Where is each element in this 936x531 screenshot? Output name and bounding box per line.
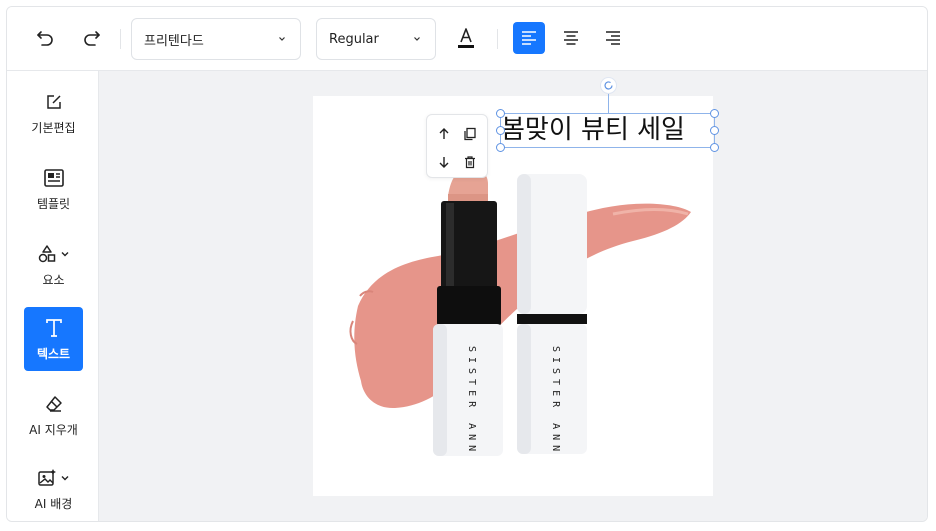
bring-forward-button[interactable] <box>433 123 455 145</box>
align-right-icon <box>606 31 620 45</box>
top-toolbar: 프리텐다드 Regular <box>7 7 927 71</box>
sidebar-item-ai-background[interactable]: AI 배경 <box>24 457 83 521</box>
text-icon <box>45 318 62 337</box>
eraser-icon <box>45 395 62 412</box>
toolbar-divider <box>497 29 498 49</box>
sidebar-item-label: AI 배경 <box>34 496 73 511</box>
align-left-icon <box>522 31 536 45</box>
design-canvas[interactable]: SISTER ANN SISTER ANN 봄맞이 뷰티 세일 <box>313 77 719 496</box>
trash-icon <box>465 156 475 169</box>
sidebar-item-ai-eraser[interactable]: AI 지우개 <box>24 383 83 447</box>
left-sidebar: 기본편집 템플릿 요소 텍스트 AI 지우개 AI 배경 <box>7 71 99 521</box>
resize-handle-bottom-right[interactable] <box>710 143 719 152</box>
selected-text-box[interactable]: 봄맞이 뷰티 세일 <box>496 77 719 152</box>
shapes-icon <box>38 244 56 262</box>
align-right-button[interactable] <box>597 22 629 54</box>
duplicate-button[interactable] <box>459 123 481 145</box>
sidebar-item-templates[interactable]: 템플릿 <box>24 157 83 221</box>
font-weight-select[interactable]: Regular <box>316 18 436 60</box>
resize-handle-right[interactable] <box>710 126 719 135</box>
chevron-down-icon <box>414 37 420 41</box>
copy-icon <box>464 127 476 141</box>
resize-handle-top-left[interactable] <box>496 109 505 118</box>
rotate-connector <box>608 92 609 114</box>
resize-handle-top-right[interactable] <box>710 109 719 118</box>
workspace: SISTER ANN SISTER ANN 봄맞이 뷰티 세일 <box>99 71 927 521</box>
font-family-value: 프리텐다드 <box>144 33 204 49</box>
ai-image-icon <box>38 468 56 486</box>
layer-actions-menu <box>426 114 488 178</box>
undo-icon[interactable] <box>32 25 58 51</box>
resize-handle-left[interactable] <box>496 126 505 135</box>
font-family-select[interactable]: 프리텐다드 <box>131 18 301 60</box>
send-backward-button[interactable] <box>433 151 455 173</box>
sidebar-item-basic-edit[interactable]: 기본편집 <box>24 81 83 145</box>
sidebar-item-label: AI 지우개 <box>29 422 78 437</box>
editor-app: 프리텐다드 Regular 기본편집 템플릿 요소 텍스트 AI 지우개 AI … <box>6 6 928 522</box>
sidebar-item-label: 텍스트 <box>36 346 71 361</box>
canvas-text[interactable]: 봄맞이 뷰티 세일 <box>501 114 716 149</box>
edit-icon <box>46 94 61 109</box>
align-center-button[interactable] <box>555 22 587 54</box>
font-weight-value: Regular <box>329 31 379 47</box>
arrow-down-icon <box>439 157 449 168</box>
brand-label-left: SISTER ANN <box>466 346 477 457</box>
toolbar-divider <box>120 29 121 49</box>
sidebar-item-elements[interactable]: 요소 <box>24 233 83 297</box>
sidebar-item-text[interactable]: 텍스트 <box>24 307 83 371</box>
chevron-down-icon <box>279 37 285 41</box>
sidebar-item-label: 요소 <box>42 272 65 287</box>
sidebar-item-label: 템플릿 <box>36 196 71 211</box>
brand-label-right: SISTER ANN <box>550 346 561 457</box>
text-color-icon[interactable] <box>453 25 479 51</box>
align-center-icon <box>564 31 578 45</box>
resize-handle-bottom-left[interactable] <box>496 143 505 152</box>
rotate-handle[interactable] <box>600 77 617 94</box>
delete-button[interactable] <box>459 151 481 173</box>
redo-icon[interactable] <box>79 25 105 51</box>
lipstick-product-image[interactable] <box>313 96 713 496</box>
template-icon <box>43 168 64 187</box>
chevron-down-icon <box>61 475 69 480</box>
chevron-down-icon <box>61 251 69 256</box>
sidebar-item-label: 기본편집 <box>31 120 76 135</box>
arrow-up-icon <box>439 128 449 139</box>
align-left-button[interactable] <box>513 22 545 54</box>
rotate-icon <box>604 81 613 90</box>
